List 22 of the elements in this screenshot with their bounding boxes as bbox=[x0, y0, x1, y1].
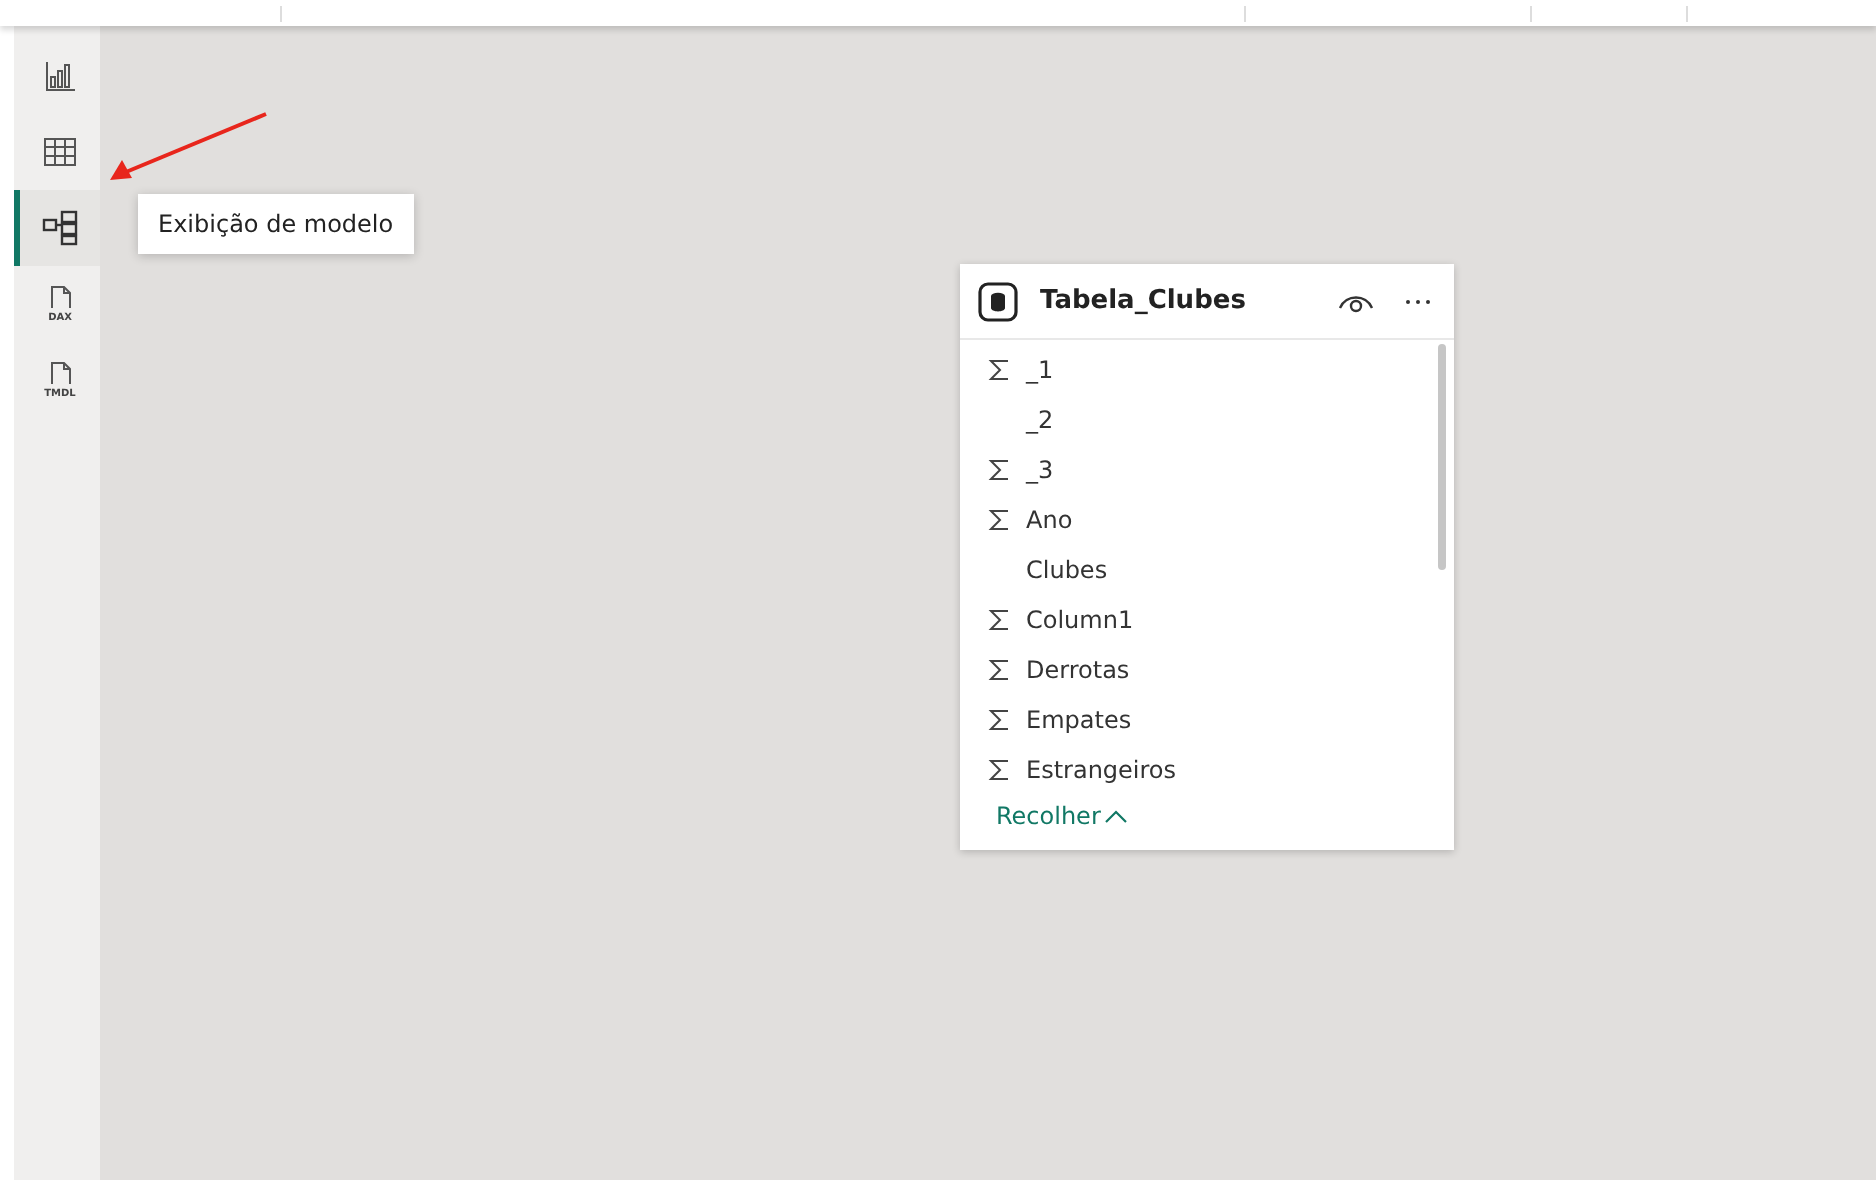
view-tab[interactable] bbox=[14, 190, 100, 266]
document-icon bbox=[46, 360, 74, 388]
chevron-up-icon bbox=[1104, 808, 1129, 824]
document-icon bbox=[46, 284, 74, 312]
field-name[interactable]: Column1 bbox=[1026, 605, 1134, 633]
table-title: Tabela_Clubes bbox=[1040, 286, 1248, 316]
database-icon bbox=[978, 281, 1018, 321]
field-name[interactable]: Empates bbox=[1026, 705, 1132, 733]
field-name[interactable]: Clubes bbox=[1026, 555, 1108, 583]
field-name[interactable]: Estrangeiros bbox=[1026, 755, 1177, 783]
field-name[interactable]: _2 bbox=[1026, 405, 1054, 433]
table-icon bbox=[44, 138, 76, 166]
table-card[interactable]: Tabela_Clubes _1 _2 _3 Ano Clubes Column1 Derrotas Empates Estrangeiros Recolher bbox=[960, 264, 1454, 850]
bar-chart-icon bbox=[44, 60, 76, 92]
collapse-link[interactable]: Recolher bbox=[996, 802, 1129, 830]
field-name[interactable]: Ano bbox=[1026, 505, 1073, 533]
tooltip: Exibição de modelo bbox=[138, 194, 414, 254]
field-name[interactable]: Derrotas bbox=[1026, 655, 1130, 683]
field-name[interactable]: _3 bbox=[1026, 455, 1054, 483]
scrollbar-thumb[interactable] bbox=[1438, 344, 1446, 570]
model-icon bbox=[42, 210, 78, 246]
field-name[interactable]: _1 bbox=[1026, 355, 1054, 383]
